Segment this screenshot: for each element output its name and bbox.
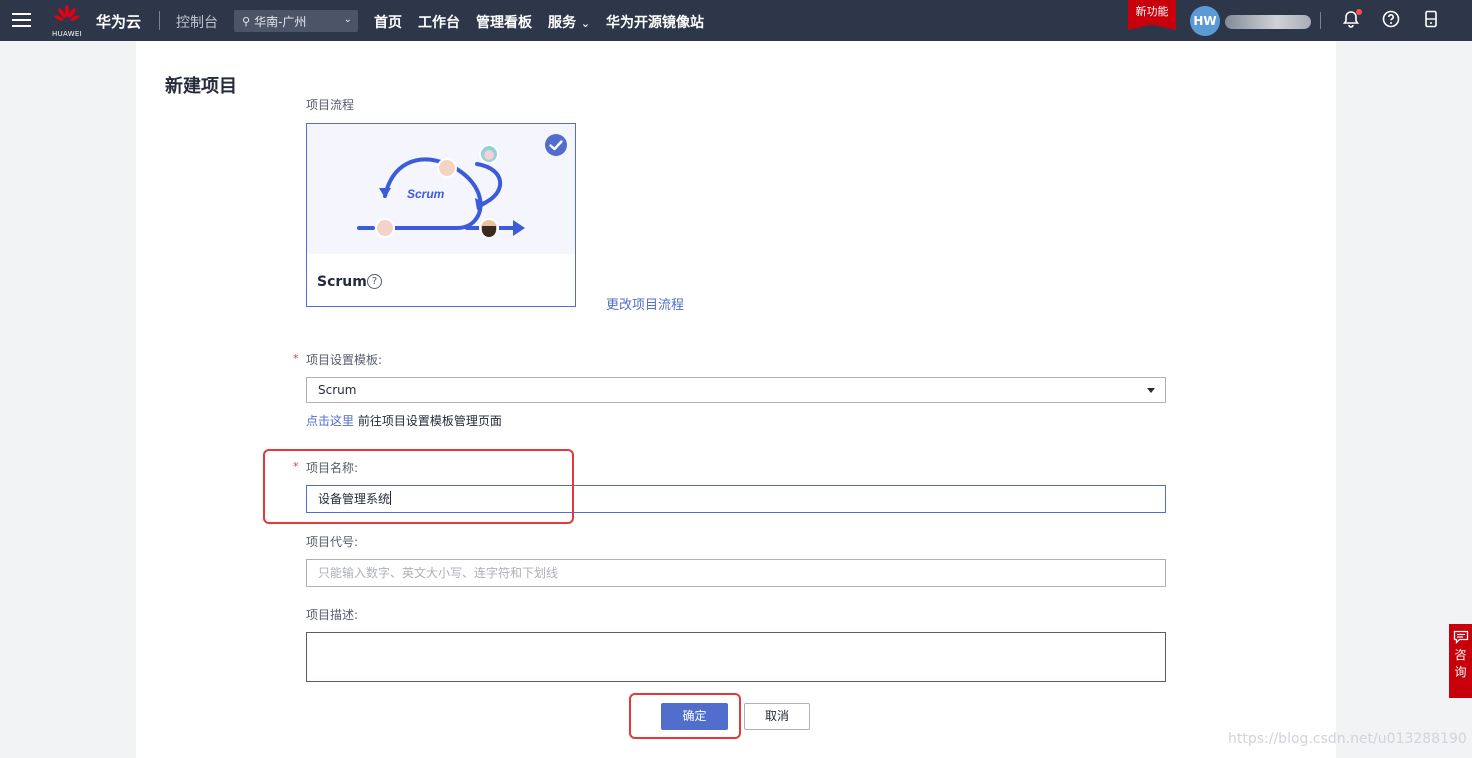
illustration-scrum-text: Scrum [407, 187, 445, 201]
help-icon[interactable] [1381, 10, 1401, 30]
divider [159, 11, 160, 30]
template-select[interactable]: Scrum [306, 377, 1166, 403]
logo-text: HUAWEI [52, 30, 83, 38]
page-title: 新建项目 [165, 76, 237, 97]
consult-char-2: 询 [1454, 665, 1467, 679]
brand-name[interactable]: 华为云 [96, 11, 141, 32]
huawei-logo[interactable]: HUAWEI [52, 5, 83, 38]
chevron-down-icon: ⌄ [580, 17, 591, 30]
nav-dashboard[interactable]: 管理看板 [476, 12, 532, 32]
nav-services[interactable]: 服务 ⌄ [548, 12, 590, 32]
nav-workbench[interactable]: 工作台 [418, 12, 460, 32]
scrum-cycle-illustration: Scrum [357, 144, 525, 238]
top-bar: HUAWEI 华为云 控制台 ⚲ 华南-广州 ⌄ 首页 工作台 管理看板 服务 … [0, 0, 1472, 41]
cancel-button[interactable]: 取消 [744, 703, 810, 730]
template-hint: 点击这里 前往项目设置模板管理页面 [306, 412, 502, 429]
annotation-highlight-confirm [629, 693, 741, 739]
template-manage-link[interactable]: 点击这里 [306, 414, 354, 428]
nav-home[interactable]: 首页 [374, 12, 402, 32]
template-label: 项目设置模板: [306, 353, 383, 367]
caret-down-icon [1147, 388, 1155, 393]
process-card-scrum[interactable]: Scrum Scrum ? [306, 123, 576, 307]
username-redacted[interactable] [1225, 15, 1311, 29]
process-label: 项目流程 [306, 98, 355, 112]
region-label: 华南-广州 [254, 14, 307, 29]
notification-dot [1356, 9, 1362, 15]
annotation-highlight-name [263, 449, 574, 524]
project-code-placeholder: 只能输入数字、英文大小写、连字符和下划线 [318, 566, 559, 580]
chat-icon [1449, 630, 1472, 647]
nav-services-label: 服务 [548, 15, 576, 31]
project-code-input[interactable]: 只能输入数字、英文大小写、连字符和下划线 [306, 559, 1166, 587]
watermark: https://blog.csdn.net/u013288190 [1228, 731, 1467, 747]
consult-char-1: 咨 [1454, 648, 1467, 662]
scrum-illustration: Scrum [307, 124, 575, 254]
template-select-value: Scrum [318, 383, 357, 397]
menu-icon[interactable] [12, 13, 31, 28]
consult-widget[interactable]: 咨 询 [1449, 624, 1472, 698]
selected-check-icon [544, 133, 568, 157]
code-label: 项目代号: [306, 535, 359, 549]
change-process-link[interactable]: 更改项目流程 [606, 294, 684, 313]
required-mark: * [293, 352, 299, 365]
location-pin-icon: ⚲ [242, 14, 251, 28]
avatar[interactable]: HW [1190, 6, 1220, 36]
help-circle-icon[interactable]: ? [367, 274, 382, 289]
chevron-down-icon: ⌄ [343, 14, 352, 25]
template-hint-text: 前往项目设置模板管理页面 [357, 414, 502, 428]
desc-label: 项目描述: [306, 608, 359, 622]
project-description-textarea[interactable] [306, 632, 1166, 682]
nav-mirror[interactable]: 华为开源镜像站 [606, 12, 704, 32]
region-selector[interactable]: ⚲ 华南-广州 ⌄ [234, 10, 358, 32]
new-feature-badge[interactable]: 新功能 [1128, 0, 1176, 30]
process-card-name: Scrum [317, 274, 367, 290]
huawei-flower-icon [54, 5, 80, 21]
console-link[interactable]: 控制台 [176, 12, 218, 32]
mobile-icon[interactable] [1421, 10, 1441, 30]
divider [1320, 12, 1321, 29]
